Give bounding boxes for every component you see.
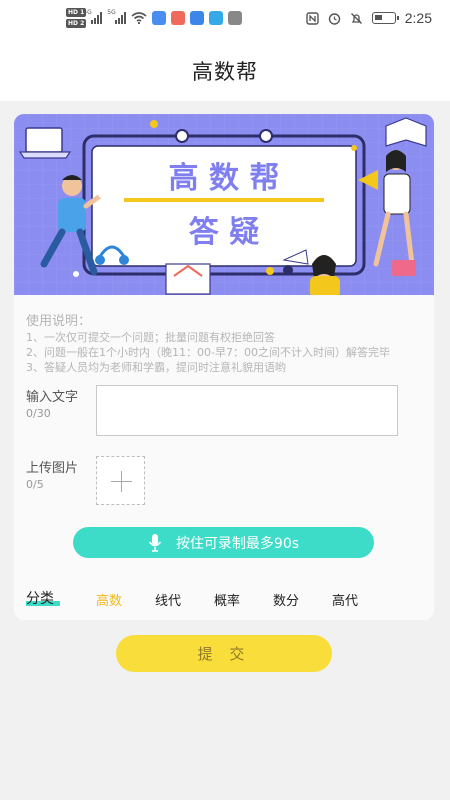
title-bar: 高数帮 xyxy=(0,40,450,101)
microphone-icon xyxy=(148,533,162,552)
app-notification-icon xyxy=(209,11,224,25)
instructions-heading: 使用说明： xyxy=(26,314,92,329)
text-input-label: 输入文字 xyxy=(26,390,79,405)
status-icons-left: HD 1 HD 2 4G 5G xyxy=(66,8,243,28)
hd2-label: HD 2 xyxy=(66,19,87,28)
banner-subtitle-text: 答 疑 xyxy=(189,215,259,250)
tab-advanced-algebra[interactable]: 高代 xyxy=(332,590,358,609)
status-time: 2:25 xyxy=(404,10,432,26)
app-notification-icon xyxy=(152,11,167,25)
category-label-text: 分类 xyxy=(26,591,54,607)
alarm-icon xyxy=(328,12,340,25)
signal-4g-icon: 4G xyxy=(83,9,103,24)
voice-record-label: 按住可录制最多90s xyxy=(175,535,300,552)
category-label: 分类 xyxy=(26,588,54,608)
image-upload-counter: 0/5 xyxy=(26,478,44,491)
net2-label: 5G xyxy=(107,9,116,16)
net1-label: 4G xyxy=(83,9,92,16)
submit-button[interactable]: 提 交 xyxy=(116,635,332,672)
app-notification-icon xyxy=(228,11,243,25)
usage-instructions: 使用说明： 1、一次仅可提交一个问题；批量问题有权拒绝回答 2、问题一般在1个小… xyxy=(26,314,390,375)
question-form-card: 高 数 帮 答 疑 使用说明： 1、一次仅可提交一个问题；批量问题有权拒绝回答 … xyxy=(14,114,434,620)
status-icons-right: 2:25 xyxy=(306,10,432,26)
tab-probability[interactable]: 概率 xyxy=(214,590,240,609)
tab-mathematical-analysis[interactable]: 数分 xyxy=(273,590,299,609)
tab-calculus[interactable]: 高数 xyxy=(96,590,122,609)
instruction-item: 1、一次仅可提交一个问题；批量问题有权拒绝回答 xyxy=(26,331,275,344)
banner-image: 高 数 帮 答 疑 xyxy=(14,114,434,295)
voice-record-button[interactable]: 按住可录制最多90s xyxy=(73,527,374,558)
nfc-icon xyxy=(306,11,319,25)
wifi-icon xyxy=(131,12,147,24)
question-text-input[interactable] xyxy=(96,385,398,436)
status-bar: HD 1 HD 2 4G 5G 2:25 xyxy=(0,0,450,40)
instruction-item: 2、问题一般在1个小时内（晚11：00-早7：00之间不计入时间）解答完毕 xyxy=(26,346,390,359)
add-image-button[interactable] xyxy=(96,456,145,505)
banner-title-text: 高 数 帮 xyxy=(169,161,280,196)
tab-linear-algebra[interactable]: 线代 xyxy=(155,590,181,609)
battery-icon xyxy=(371,12,399,24)
app-notification-icon xyxy=(190,11,205,25)
app-notification-icon xyxy=(171,11,186,25)
category-tabs: 分类 高数 线代 概率 数分 高代 xyxy=(14,584,434,612)
image-upload-label: 上传图片 xyxy=(26,461,79,476)
instruction-item: 3、答疑人员均为老师和学霸，提问时注意礼貌用语哟 xyxy=(26,361,286,374)
mute-icon xyxy=(350,12,362,24)
signal-5g-icon: 5G xyxy=(107,9,127,24)
text-input-counter: 0/30 xyxy=(26,407,51,420)
page-title: 高数帮 xyxy=(192,59,258,84)
